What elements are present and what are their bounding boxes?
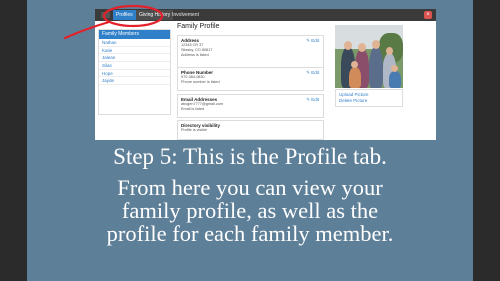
email-card: Email Addresses ✎ Edit abcgen7777@gmail.… (177, 94, 324, 118)
card-line: Address is listed (181, 53, 209, 57)
sidebar-item-member[interactable]: Jayde (99, 77, 170, 86)
card-line: Email is listed (181, 107, 205, 111)
highlight-circle-annotation (63, 4, 164, 40)
edit-label: Edit (311, 38, 319, 43)
edit-label: Edit (311, 97, 319, 102)
card-line: Profile is visible (181, 128, 208, 132)
family-members-sidebar: Family Members Nathan Katie Jalean Silas… (98, 29, 171, 115)
step-caption: Step 5: This is the Profile tab. (113, 144, 387, 169)
description-line: family profile, as well as the (121, 198, 379, 223)
edit-email-link[interactable]: ✎ Edit (306, 97, 319, 103)
sidebar-item-member[interactable]: Hope (99, 70, 170, 78)
tab-involvement[interactable]: Involvement (169, 10, 202, 20)
description-line: From here you can view your (117, 175, 383, 200)
delete-picture-link[interactable]: Delete Picture (339, 98, 399, 104)
edit-label: Edit (311, 70, 319, 75)
edit-address-link[interactable]: ✎ Edit (306, 38, 319, 44)
pencil-icon: ✎ (306, 38, 310, 43)
card-line: Phone number is listed (181, 80, 220, 84)
close-icon[interactable]: × (424, 11, 432, 19)
sidebar-item-member[interactable]: Jalean (99, 54, 170, 63)
address-card: Address ✎ Edit 12345 CR 37 Silasby, CO 8… (177, 35, 324, 68)
sidebar-item-member[interactable]: Nathan (99, 39, 170, 47)
edit-phone-link[interactable]: ✎ Edit (306, 70, 319, 76)
sidebar-item-member[interactable]: Katie (99, 47, 170, 55)
sidebar-item-member[interactable]: Silas (99, 62, 170, 70)
description-line: profile for each family member. (106, 221, 394, 246)
page-title: Family Profile (177, 23, 220, 30)
description-caption: From here you can view your family profi… (27, 176, 473, 245)
slide: Profiles Giving History Involvement × Fa… (27, 0, 473, 281)
pencil-icon: ✎ (306, 97, 310, 102)
phone-card: Phone Number ✎ Edit 970-384-0830 Phone n… (177, 67, 324, 91)
photo-actions: Upload Picture Delete Picture (335, 89, 403, 107)
family-photo (335, 25, 403, 88)
directory-card: Directory visibility Profile is visible (177, 120, 324, 140)
pencil-icon: ✎ (306, 70, 310, 75)
